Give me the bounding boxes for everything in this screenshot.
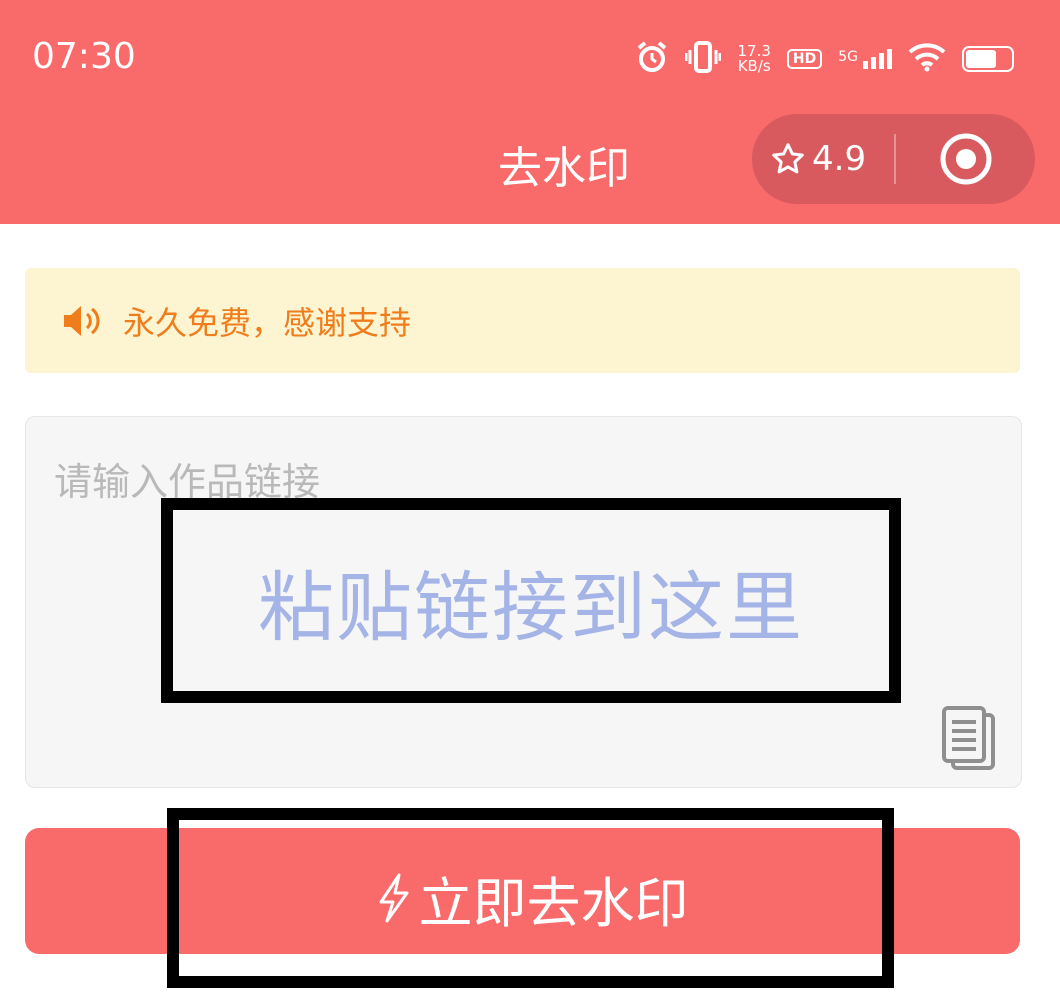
close-mini-program-button[interactable] — [896, 131, 1035, 187]
notice-bar: 永久免费，感谢支持 — [25, 268, 1020, 373]
status-time: 07:30 — [32, 36, 136, 77]
submit-label: 立即去水印 — [418, 871, 689, 935]
battery-icon — [962, 46, 1014, 72]
rating-button[interactable]: 4.9 — [752, 139, 894, 179]
page-title: 去水印 — [498, 143, 630, 194]
alarm-icon — [635, 40, 669, 78]
rating-value: 4.9 — [812, 139, 867, 179]
vibrate-icon — [684, 40, 722, 78]
target-icon — [940, 133, 991, 185]
notice-text: 永久免费，感谢支持 — [123, 303, 412, 342]
submit-highlight-box: 立即去水印 — [167, 808, 894, 988]
net-speed: 17.3 KB/s — [737, 42, 771, 75]
paste-hint-text: 粘贴链接到这里 — [258, 562, 804, 652]
speaker-icon — [61, 303, 103, 339]
lightning-icon — [379, 873, 408, 923]
hd-badge: HD — [786, 49, 823, 69]
mini-program-capsule: 4.9 — [752, 114, 1035, 204]
wifi-icon — [908, 42, 946, 76]
paste-hint-box: 粘贴链接到这里 — [161, 498, 901, 703]
paste-icon[interactable] — [940, 706, 998, 776]
signal-icon: 5G — [838, 49, 892, 69]
submit-button-content[interactable]: 立即去水印 — [373, 859, 689, 938]
app-header: 07:30 17.3 KB/s HD 5G 去水印 4.9 — [0, 0, 1060, 224]
status-icons: 17.3 KB/s HD 5G — [635, 36, 1014, 82]
star-icon — [772, 143, 804, 174]
